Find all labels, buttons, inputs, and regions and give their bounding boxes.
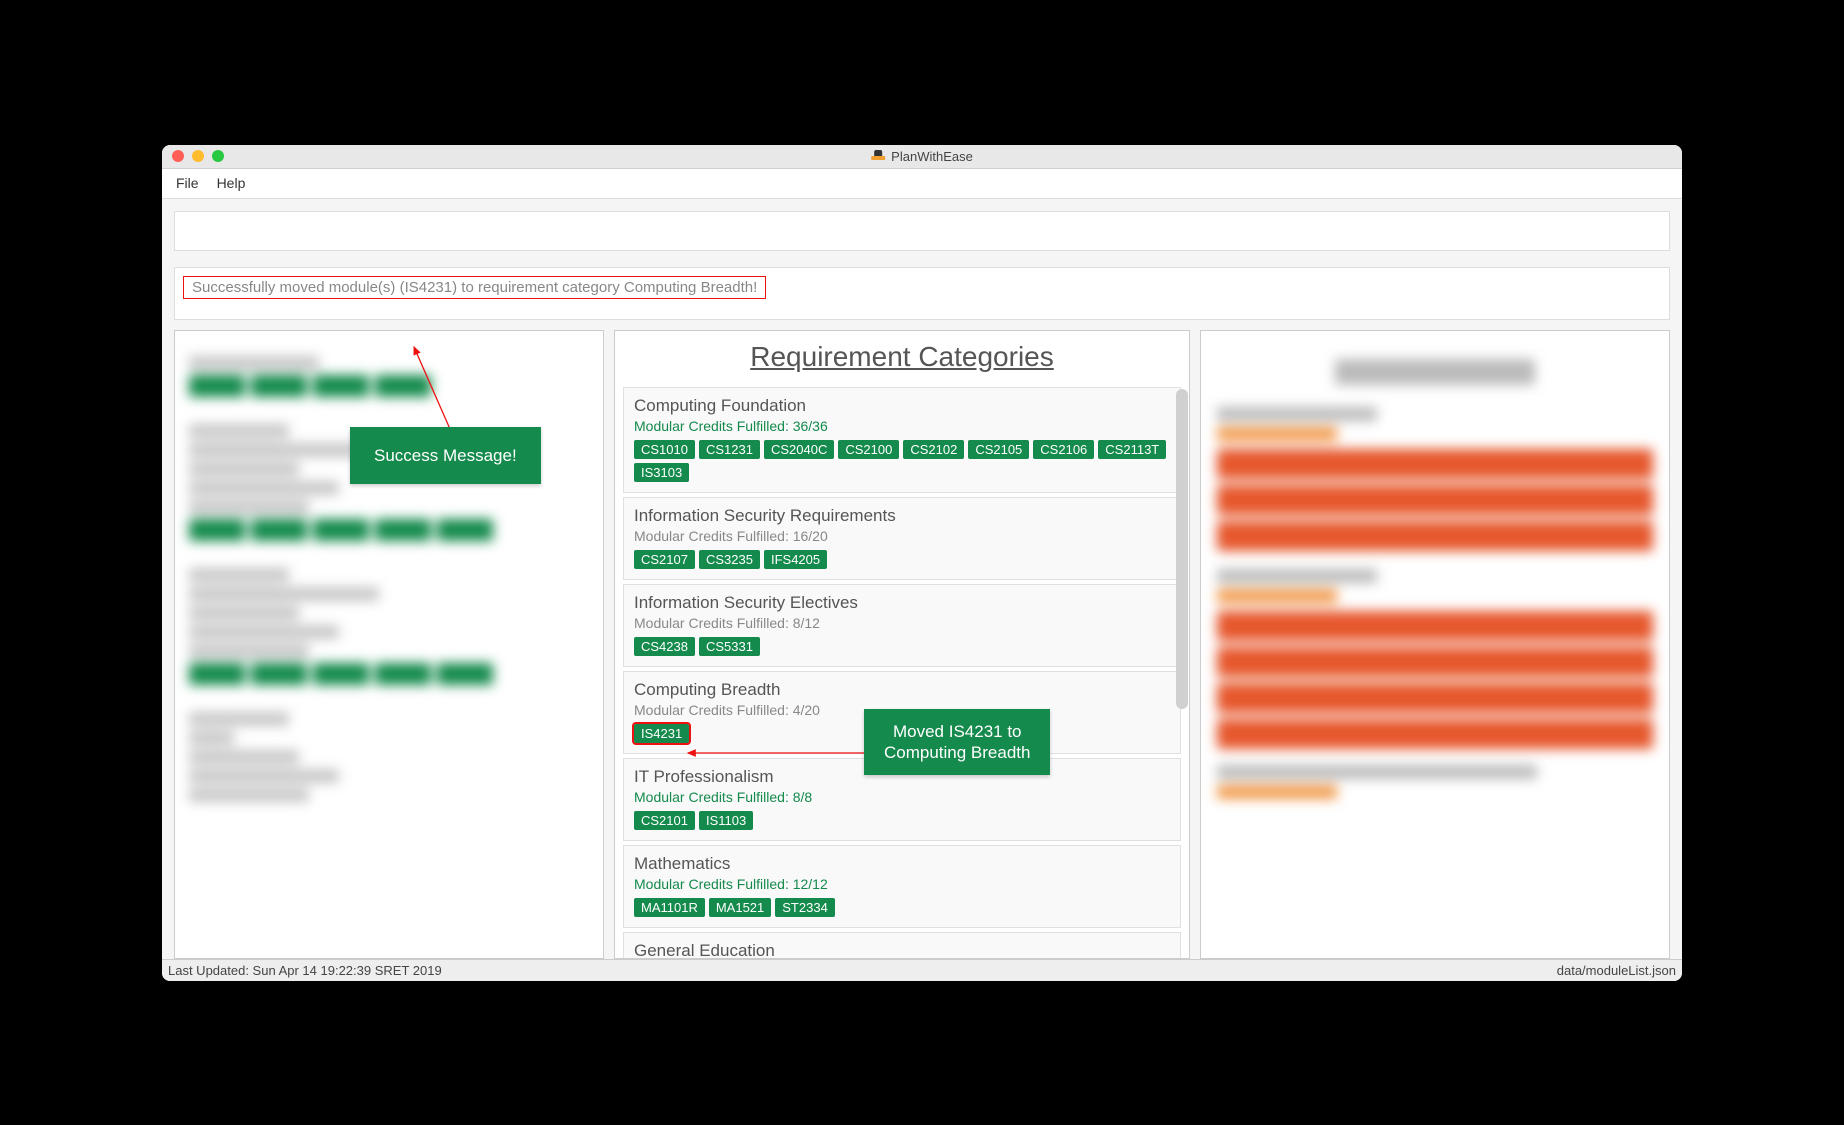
category-list[interactable]: Computing Foundation Modular Credits Fulf…: [615, 387, 1189, 958]
window-title-text: PlanWithEase: [891, 149, 973, 164]
menu-help[interactable]: Help: [217, 175, 246, 191]
module-tag[interactable]: CS1010: [634, 440, 695, 459]
maximize-icon[interactable]: [212, 150, 224, 162]
category-item[interactable]: Mathematics Modular Credits Fulfilled: 12…: [623, 845, 1181, 928]
category-credits: Modular Credits Fulfilled: 8/12: [634, 615, 1170, 631]
tag-list: CS4238CS5331: [634, 637, 1170, 656]
category-credits: Modular Credits Fulfilled: 16/20: [634, 528, 1170, 544]
module-tag[interactable]: CS2106: [1033, 440, 1094, 459]
category-credits: Modular Credits Fulfilled: 12/12: [634, 876, 1170, 892]
app-window: PlanWithEase File Help Successfully move…: [162, 145, 1682, 981]
window-title: PlanWithEase: [871, 149, 973, 164]
module-tag[interactable]: IS4231: [634, 724, 689, 743]
callout-success: Success Message!: [350, 427, 541, 484]
category-item[interactable]: Information Security Electives Modular Cr…: [623, 584, 1181, 667]
module-tag[interactable]: IS1103: [699, 811, 753, 830]
requirement-categories-panel: Requirement Categories Computing Foundat…: [614, 330, 1190, 959]
panel-title: Requirement Categories: [615, 331, 1189, 387]
category-credits: Modular Credits Fulfilled: 8/8: [634, 789, 1170, 805]
main-columns: Requirement Categories Computing Foundat…: [162, 320, 1682, 959]
tag-list: CS2107CS3235IFS4205: [634, 550, 1170, 569]
category-title: Computing Breadth: [634, 680, 1170, 700]
module-tag[interactable]: CS2101: [634, 811, 695, 830]
tag-list: CS2101IS1103: [634, 811, 1170, 830]
status-last-updated: Last Updated: Sun Apr 14 19:22:39 SRET 2…: [168, 963, 442, 978]
module-tag[interactable]: CS2107: [634, 550, 695, 569]
category-title: Mathematics: [634, 854, 1170, 874]
module-tag[interactable]: CS5331: [699, 637, 760, 656]
app-icon: [871, 150, 885, 162]
module-tag[interactable]: MA1521: [709, 898, 771, 917]
module-tag[interactable]: MA1101R: [634, 898, 705, 917]
callout-success-text: Success Message!: [374, 446, 517, 465]
message-box: Successfully moved module(s) (IS4231) to…: [174, 267, 1670, 320]
status-bar: Last Updated: Sun Apr 14 19:22:39 SRET 2…: [162, 959, 1682, 981]
category-title: General Education: [634, 941, 1170, 958]
callout-moved: Moved IS4231 to Computing Breadth: [864, 709, 1050, 776]
status-file-path: data/moduleList.json: [1557, 963, 1676, 978]
tag-list: MA1101RMA1521ST2334: [634, 898, 1170, 917]
category-item[interactable]: Computing Foundation Modular Credits Fulf…: [623, 387, 1181, 493]
menubar: File Help: [162, 169, 1682, 199]
category-title: Information Security Electives: [634, 593, 1170, 613]
scrollbar-thumb[interactable]: [1176, 389, 1188, 709]
module-tag[interactable]: IS3103: [634, 463, 689, 482]
tag-list: CS1010CS1231CS2040CCS2100CS2102CS2105CS2…: [634, 440, 1170, 482]
module-tag[interactable]: CS2102: [903, 440, 964, 459]
menu-file[interactable]: File: [176, 175, 199, 191]
category-title: Information Security Requirements: [634, 506, 1170, 526]
callout-moved-line2: Computing Breadth: [884, 742, 1030, 763]
minimize-icon[interactable]: [192, 150, 204, 162]
command-input[interactable]: [174, 211, 1670, 251]
module-tag[interactable]: CS2113T: [1098, 440, 1166, 459]
module-tag[interactable]: ST2334: [775, 898, 835, 917]
status-message: Successfully moved module(s) (IS4231) to…: [183, 276, 766, 299]
left-panel: [174, 330, 604, 959]
right-panel: [1200, 330, 1670, 959]
category-item[interactable]: General Education: [623, 932, 1181, 958]
module-tag[interactable]: IFS4205: [764, 550, 827, 569]
titlebar: PlanWithEase: [162, 145, 1682, 169]
module-tag[interactable]: CS2100: [838, 440, 899, 459]
category-credits: Modular Credits Fulfilled: 36/36: [634, 418, 1170, 434]
module-tag[interactable]: CS3235: [699, 550, 760, 569]
module-tag[interactable]: CS4238: [634, 637, 695, 656]
category-title: Computing Foundation: [634, 396, 1170, 416]
module-tag[interactable]: CS2040C: [764, 440, 834, 459]
window-controls: [162, 150, 224, 162]
close-icon[interactable]: [172, 150, 184, 162]
module-tag[interactable]: CS1231: [699, 440, 760, 459]
callout-moved-line1: Moved IS4231 to: [884, 721, 1030, 742]
category-item[interactable]: Information Security Requirements Modular…: [623, 497, 1181, 580]
module-tag[interactable]: CS2105: [968, 440, 1029, 459]
